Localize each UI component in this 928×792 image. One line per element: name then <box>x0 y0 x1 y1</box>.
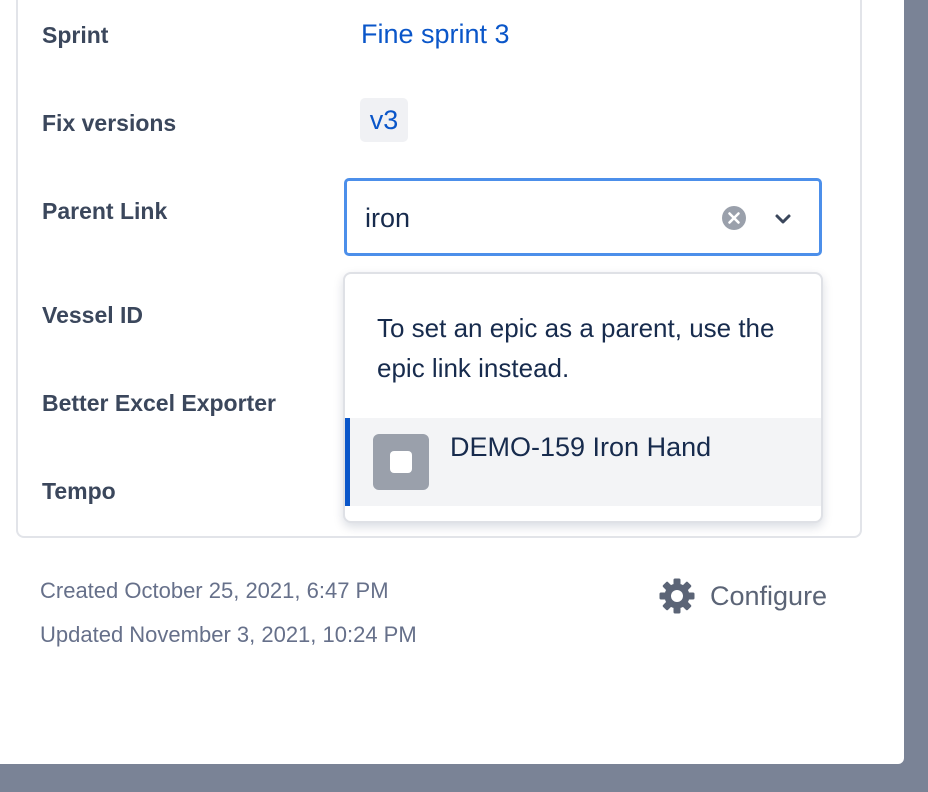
sprint-link[interactable]: Fine sprint 3 <box>361 19 510 50</box>
dropdown-option-label: DEMO-159 Iron Hand <box>450 432 712 462</box>
issue-details-panel: Sprint Fine sprint 3 Fix versions v3 Par… <box>0 0 904 764</box>
parent-link-dropdown: To set an epic as a parent, use the epic… <box>343 272 823 523</box>
tempo-label: Tempo <box>42 478 116 504</box>
fix-version-lozenge[interactable]: v3 <box>360 98 408 142</box>
fix-versions-label: Fix versions <box>42 110 177 136</box>
dropdown-hint: To set an epic as a parent, use the epic… <box>377 313 775 383</box>
better-excel-exporter-label: Better Excel Exporter <box>42 390 276 416</box>
dropdown-option[interactable]: DEMO-159 Iron Hand <box>345 418 821 506</box>
configure-label: Configure <box>710 580 828 611</box>
issue-type-icon <box>373 434 429 490</box>
created-timestamp: Created October 25, 2021, 6:47 PM <box>40 578 389 603</box>
parent-link-input-value[interactable]: iron <box>365 203 410 234</box>
parent-link-select[interactable]: iron <box>344 178 822 256</box>
chevron-down-icon[interactable] <box>773 209 793 229</box>
clear-icon[interactable] <box>722 206 746 230</box>
sprint-label: Sprint <box>42 22 109 48</box>
vessel-id-label: Vessel ID <box>42 302 144 328</box>
configure-button[interactable]: Configure <box>658 574 827 618</box>
parent-link-label: Parent Link <box>42 198 168 224</box>
updated-timestamp: Updated November 3, 2021, 10:24 PM <box>40 622 417 647</box>
gear-icon <box>659 578 695 614</box>
